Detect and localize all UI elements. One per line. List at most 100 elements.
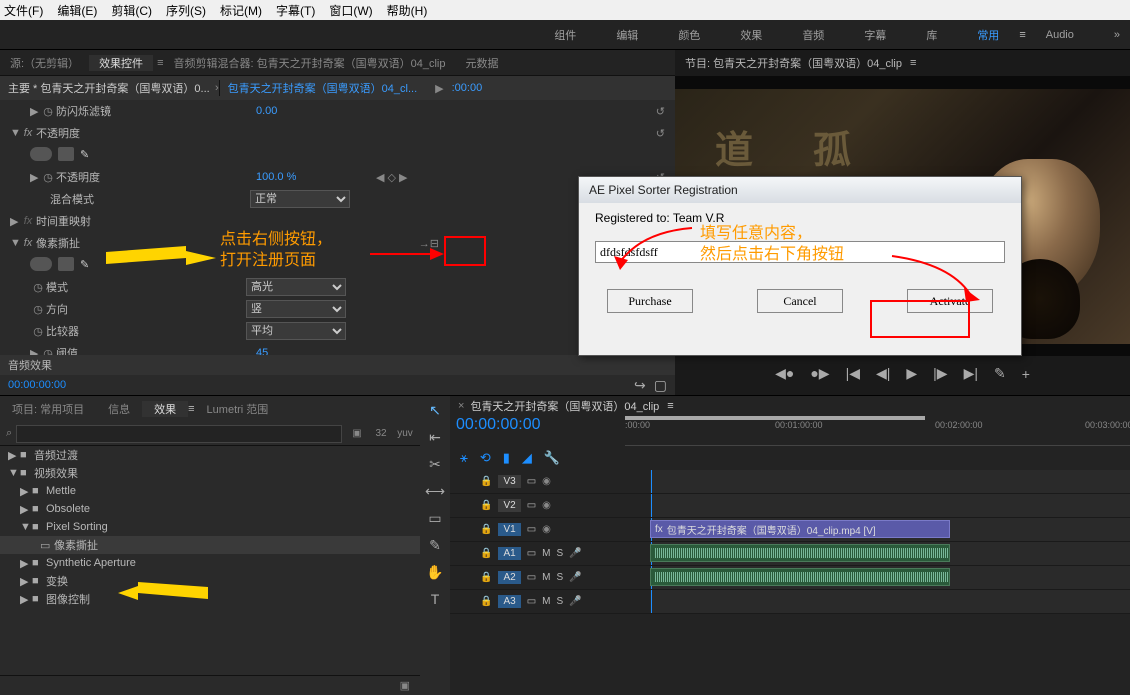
snap-icon[interactable]: ⚹ <box>460 450 468 466</box>
new-bin-icon[interactable]: ▣ <box>400 679 410 692</box>
stopwatch-icon[interactable]: ◷ <box>30 281 46 294</box>
stopwatch-icon[interactable]: ◷ <box>30 303 46 316</box>
comparator-select[interactable]: 平均 <box>246 322 346 340</box>
solo-icon[interactable]: S <box>556 548 563 559</box>
blend-mode-select[interactable]: 正常 <box>250 190 350 208</box>
triangle-icon[interactable]: ▶ <box>30 105 40 118</box>
clip-a1[interactable] <box>650 544 950 562</box>
tab-effects-panel[interactable]: 效果 <box>142 401 188 417</box>
menu-window[interactable]: 窗口(W) <box>329 2 372 18</box>
menu-subtitle[interactable]: 字幕(T) <box>276 2 315 18</box>
tree-collapse-icon[interactable]: ▶ <box>20 485 32 498</box>
reset-icon[interactable]: ↺ <box>656 105 665 118</box>
track-a3[interactable]: A3 <box>498 595 520 608</box>
effect-crumb-master[interactable]: 主要 * 包青天之开封奇案（国粤双语）0... <box>0 80 215 96</box>
effect-crumb-clip[interactable]: 包青天之开封奇案（国粤双语）04_cl... <box>219 80 425 96</box>
step-back-icon[interactable]: ◀| <box>876 365 890 382</box>
track-v1[interactable]: V1 <box>498 523 520 536</box>
effect-setup-button[interactable]: →⊟ <box>419 237 439 250</box>
mute-m-icon[interactable]: ▭ <box>527 572 536 583</box>
workspace-more-icon[interactable]: » <box>1114 29 1120 41</box>
track-select-tool-icon[interactable]: ⇤ <box>429 429 441 446</box>
toggle-output-icon[interactable]: ▭ <box>527 524 536 535</box>
toggle-output-icon[interactable]: ▭ <box>527 476 536 487</box>
tree-pixel-sorting[interactable]: Pixel Sorting <box>46 521 108 533</box>
clip-a2[interactable] <box>650 568 950 586</box>
pen-tool-icon[interactable]: ✎ <box>429 537 441 554</box>
tab-assembly[interactable]: 组件 <box>554 27 576 43</box>
solo-icon[interactable]: S <box>556 596 563 607</box>
tree-mettle[interactable]: Mettle <box>46 485 76 497</box>
selection-tool-icon[interactable]: ↖ <box>429 402 441 419</box>
tree-obsolete[interactable]: Obsolete <box>46 503 90 515</box>
tab-project[interactable]: 项目: 常用项目 <box>0 401 96 417</box>
tab-audio-mixer[interactable]: 音频剪辑混合器: 包青天之开封奇案（国粤双语）04_clip <box>163 55 455 71</box>
export-frame-icon[interactable]: ▢ <box>654 377 667 394</box>
tab-audio2[interactable]: Audio <box>1046 29 1074 41</box>
menu-help[interactable]: 帮助(H) <box>387 2 428 18</box>
tree-image-control[interactable]: 图像控制 <box>46 591 90 607</box>
tree-collapse-icon[interactable]: ▶ <box>20 593 32 606</box>
mask-rect-button[interactable] <box>58 147 74 161</box>
timeline-timecode[interactable]: 00:00:00:00 <box>450 416 625 446</box>
ripple-tool-icon[interactable]: ✂ <box>429 456 441 473</box>
keyframe-nav-icon[interactable]: ◀ ◇ ▶ <box>376 171 408 184</box>
loop-icon[interactable]: ↪ <box>634 377 646 394</box>
mask-pen-icon[interactable]: ✎ <box>80 148 89 161</box>
mute-m-icon[interactable]: ▭ <box>527 548 536 559</box>
eye-icon[interactable]: ◉ <box>542 500 551 511</box>
prop-opacity-value[interactable]: 100.0 % <box>256 171 376 183</box>
tab-effect-controls[interactable]: 效果控件 <box>89 55 153 71</box>
lock-icon[interactable]: 🔒 <box>480 572 492 583</box>
triangle-icon[interactable]: ▶ <box>30 171 40 184</box>
direction-select[interactable]: 竖 <box>246 300 346 318</box>
lock-icon[interactable]: 🔒 <box>480 476 492 487</box>
hand-tool-icon[interactable]: ✋ <box>426 564 443 581</box>
tab-info[interactable]: 信息 <box>96 401 142 417</box>
registration-code-input[interactable] <box>595 241 1005 263</box>
cancel-button[interactable]: Cancel <box>757 289 843 313</box>
lock-icon[interactable]: 🔒 <box>480 500 492 511</box>
time-ruler[interactable]: :00:00 00:01:00:00 00:02:00:00 00:03:00:… <box>625 416 1130 446</box>
tree-collapse-icon[interactable]: ▶ <box>8 449 20 462</box>
close-icon[interactable]: × <box>458 400 464 412</box>
filter-32-icon[interactable]: 32 <box>372 428 390 439</box>
tab-metadata[interactable]: 元数据 <box>455 55 508 71</box>
triangle-icon[interactable]: ▶ <box>10 215 20 228</box>
tree-pixel-sort-effect[interactable]: 像素撕扯 <box>54 537 98 553</box>
stopwatch-icon[interactable]: ◷ <box>40 171 56 184</box>
wrench-icon[interactable]: 🔧 <box>544 450 560 466</box>
tab-audio[interactable]: 音频 <box>802 27 824 43</box>
toggle-output-icon[interactable]: ▭ <box>527 500 536 511</box>
menu-clip[interactable]: 剪辑(C) <box>111 2 152 18</box>
mark-out-icon[interactable]: ●▶ <box>810 365 829 382</box>
tree-synthetic[interactable]: Synthetic Aperture <box>46 557 136 569</box>
voice-icon[interactable]: 🎤 <box>569 596 581 607</box>
triangle-icon[interactable]: ▶ <box>30 347 40 356</box>
filter-fx-icon[interactable]: ▣ <box>348 428 366 439</box>
effect-foot-timecode[interactable]: 00:00:00:00 <box>8 379 66 391</box>
track-v2[interactable]: V2 <box>498 499 520 512</box>
mask-ellipse-button[interactable] <box>30 257 52 271</box>
lock-icon[interactable]: 🔒 <box>480 524 492 535</box>
stopwatch-icon[interactable]: ◷ <box>40 105 56 118</box>
tab-subtitle[interactable]: 字幕 <box>864 27 886 43</box>
lock-icon[interactable]: 🔒 <box>480 548 492 559</box>
tab-library[interactable]: 库 <box>926 27 937 43</box>
tree-audio-trans[interactable]: 音频过渡 <box>34 447 78 463</box>
type-tool-icon[interactable]: T <box>431 591 440 607</box>
menu-edit[interactable]: 编辑(E) <box>57 2 97 18</box>
clip-v1[interactable]: fx包青天之开封奇案（国粤双语）04_clip.mp4 [V] <box>650 520 950 538</box>
tab-common[interactable]: 常用 <box>977 27 999 43</box>
tree-video-fx[interactable]: 视频效果 <box>34 465 78 481</box>
go-end-icon[interactable]: ▶| <box>964 365 978 382</box>
export-frame-icon[interactable]: ✎ <box>994 365 1006 382</box>
menu-file[interactable]: 文件(F) <box>4 2 43 18</box>
tab-lumetri[interactable]: Lumetri 范围 <box>195 401 281 417</box>
tree-collapse-icon[interactable]: ▶ <box>20 575 32 588</box>
razor-tool-icon[interactable]: ⟷ <box>425 483 445 500</box>
tab-color[interactable]: 颜色 <box>678 27 700 43</box>
eye-icon[interactable]: ◉ <box>542 476 551 487</box>
prop-threshold-value[interactable]: 45 <box>256 347 376 355</box>
mute-icon[interactable]: M <box>542 548 550 559</box>
